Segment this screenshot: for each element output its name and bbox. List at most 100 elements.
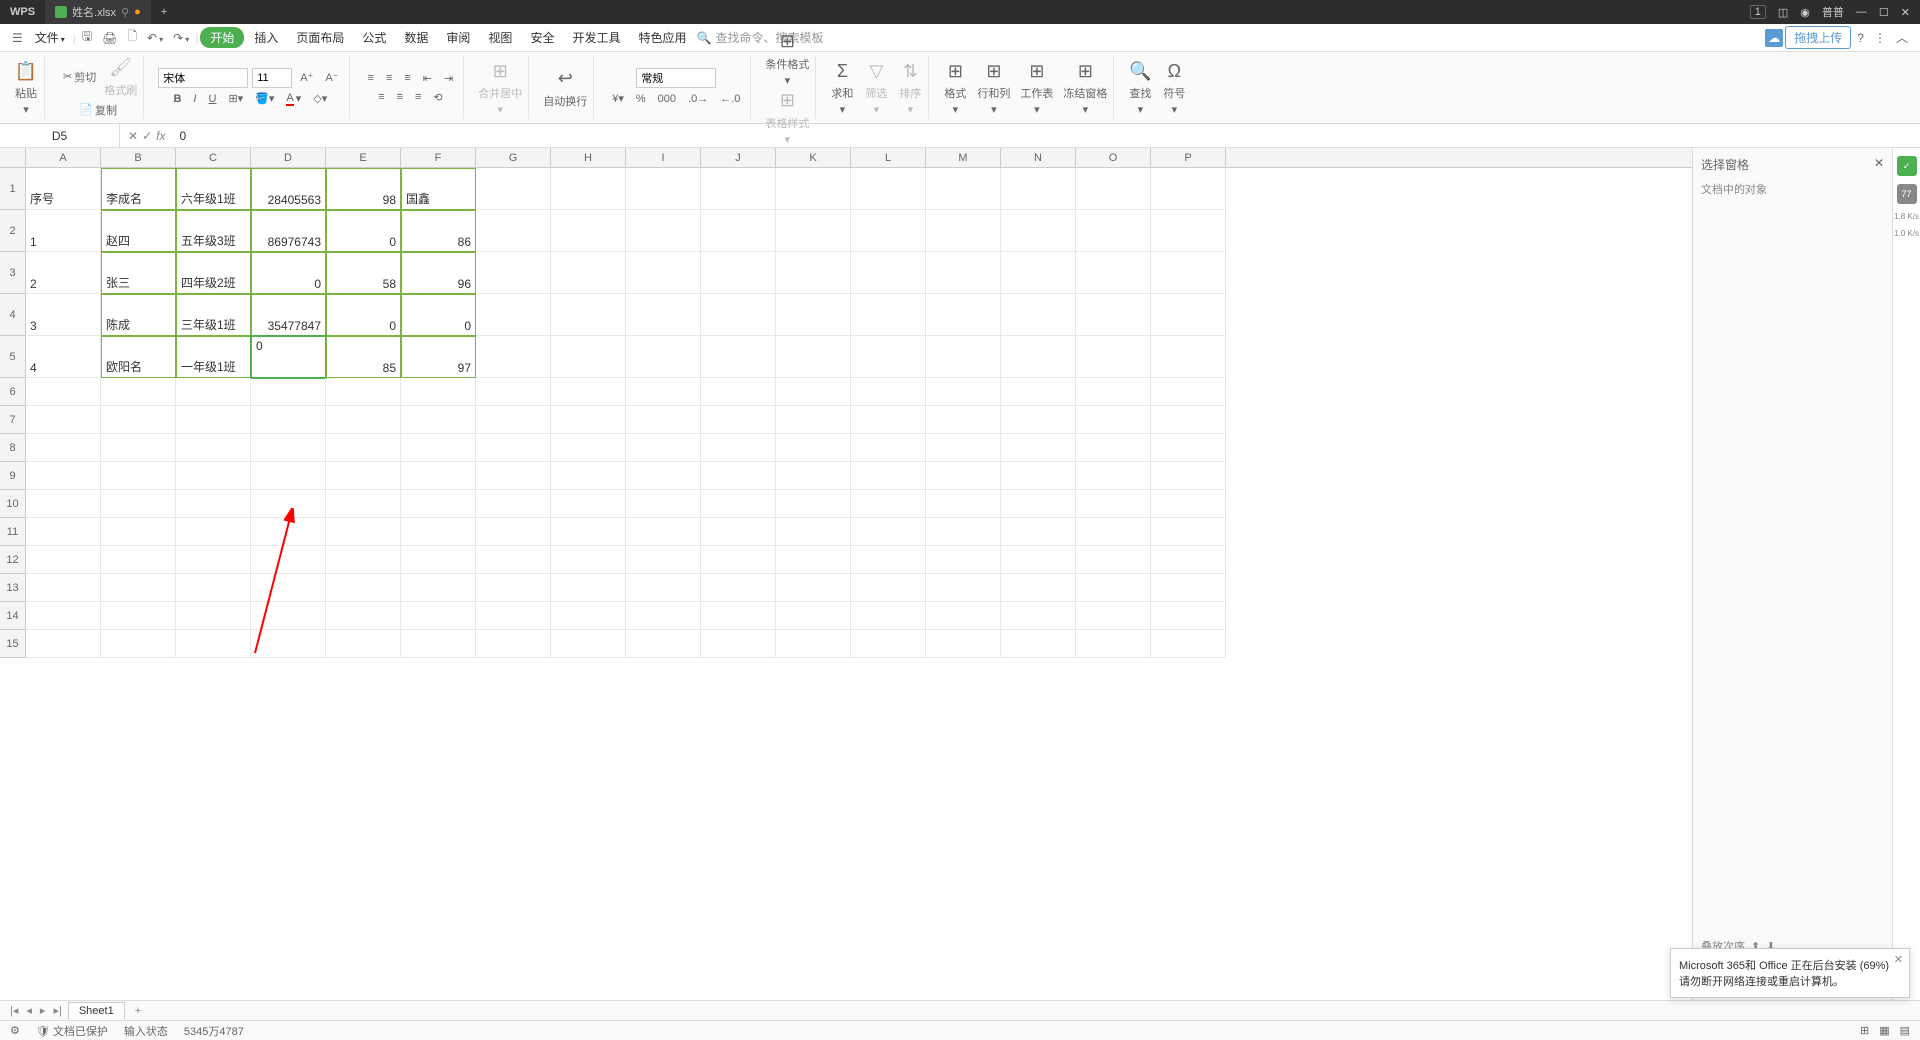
cell[interactable] <box>626 434 701 462</box>
col-header[interactable]: G <box>476 148 551 167</box>
cell[interactable] <box>551 602 626 630</box>
cell[interactable] <box>251 630 326 658</box>
cell[interactable] <box>626 602 701 630</box>
filter-button[interactable]: ▽筛选▾ <box>864 59 888 116</box>
decimal-dec-button[interactable]: ←.0 <box>716 91 744 107</box>
cell[interactable] <box>551 490 626 518</box>
cell[interactable] <box>326 490 401 518</box>
cell[interactable] <box>551 518 626 546</box>
cell[interactable] <box>851 462 926 490</box>
cell[interactable] <box>326 434 401 462</box>
cell[interactable] <box>851 434 926 462</box>
find-button[interactable]: 🔍查找▾ <box>1128 59 1152 116</box>
cell[interactable] <box>1001 602 1076 630</box>
freeze-button[interactable]: ⊞冻结窗格▾ <box>1063 59 1107 116</box>
cell[interactable] <box>1076 630 1151 658</box>
cell[interactable]: 欧阳名 <box>101 336 176 378</box>
cell[interactable] <box>926 490 1001 518</box>
indent-increase-button[interactable]: ⇥ <box>440 70 457 87</box>
cell[interactable]: 96 <box>401 252 476 294</box>
cell[interactable] <box>476 490 551 518</box>
cell[interactable] <box>101 434 176 462</box>
redo-icon[interactable]: ↷▾ <box>169 29 193 47</box>
ribbon-tab-review[interactable]: 审阅 <box>438 26 478 49</box>
cell[interactable] <box>176 630 251 658</box>
cell[interactable] <box>401 574 476 602</box>
cell[interactable] <box>851 406 926 434</box>
cell[interactable] <box>926 546 1001 574</box>
cell[interactable] <box>626 546 701 574</box>
cell[interactable] <box>26 602 101 630</box>
cell[interactable] <box>476 336 551 378</box>
symbol-button[interactable]: Ω符号▾ <box>1162 59 1186 116</box>
cell[interactable] <box>926 462 1001 490</box>
cell[interactable]: 国鑫 <box>401 168 476 210</box>
cell[interactable] <box>851 518 926 546</box>
cell[interactable] <box>1151 378 1226 406</box>
cell[interactable] <box>1151 630 1226 658</box>
cell[interactable]: 陈成 <box>101 294 176 336</box>
align-top-button[interactable]: ≡ <box>364 70 378 86</box>
col-header[interactable]: B <box>101 148 176 167</box>
row-header[interactable]: 7 <box>0 406 26 434</box>
cell[interactable] <box>701 602 776 630</box>
cell[interactable] <box>926 336 1001 378</box>
sheet-nav-first[interactable]: |◂ <box>8 1004 20 1017</box>
cut-button[interactable]: ✂ 剪切 <box>59 67 100 87</box>
ribbon-tab-security[interactable]: 安全 <box>522 26 562 49</box>
name-box[interactable]: D5 <box>0 124 120 147</box>
row-header[interactable]: 12 <box>0 546 26 574</box>
cell[interactable] <box>401 518 476 546</box>
cell[interactable] <box>1076 336 1151 378</box>
cell[interactable] <box>326 518 401 546</box>
number-format-combo[interactable] <box>636 68 716 88</box>
cell[interactable] <box>1001 252 1076 294</box>
cell[interactable] <box>1001 546 1076 574</box>
cell[interactable] <box>926 434 1001 462</box>
highlight-button[interactable]: ◇▾ <box>309 90 331 107</box>
cell[interactable] <box>1151 210 1226 252</box>
cell[interactable] <box>776 294 851 336</box>
cell[interactable] <box>476 602 551 630</box>
fill-color-button[interactable]: 🪣▾ <box>251 90 278 107</box>
ribbon-tab-layout[interactable]: 页面布局 <box>288 26 352 49</box>
col-header[interactable]: E <box>326 148 401 167</box>
cell[interactable] <box>776 210 851 252</box>
cell[interactable] <box>776 434 851 462</box>
cell[interactable] <box>1001 406 1076 434</box>
col-header[interactable]: K <box>776 148 851 167</box>
cell[interactable] <box>851 294 926 336</box>
row-header[interactable]: 5 <box>0 336 26 378</box>
cell[interactable] <box>626 462 701 490</box>
align-right-button[interactable]: ≡ <box>411 89 425 105</box>
row-header[interactable]: 2 <box>0 210 26 252</box>
cell[interactable] <box>776 168 851 210</box>
select-all-corner[interactable] <box>0 148 26 167</box>
cell[interactable] <box>251 574 326 602</box>
cell[interactable] <box>476 406 551 434</box>
undo-icon[interactable]: ↶▾ <box>143 29 167 47</box>
cell[interactable] <box>476 630 551 658</box>
cell[interactable] <box>1076 574 1151 602</box>
cell[interactable]: 四年级2班 <box>176 252 251 294</box>
sheet-nav-next[interactable]: ▸ <box>38 1004 48 1017</box>
cell[interactable] <box>401 434 476 462</box>
panel-close-icon[interactable]: ✕ <box>1874 156 1884 173</box>
cell[interactable] <box>101 462 176 490</box>
indent-decrease-button[interactable]: ⇤ <box>419 70 436 87</box>
cell[interactable]: 3 <box>26 294 101 336</box>
cell[interactable] <box>176 378 251 406</box>
cell[interactable] <box>701 546 776 574</box>
wrap-text-button[interactable]: ↩自动换行 <box>543 67 587 109</box>
cell[interactable] <box>776 252 851 294</box>
cell[interactable]: 0 <box>401 294 476 336</box>
cell[interactable] <box>326 378 401 406</box>
cell[interactable] <box>701 168 776 210</box>
spreadsheet-grid[interactable]: ABCDEFGHIJKLMNOP 1序号李成名六年级1班2840556398国鑫… <box>0 148 1692 1000</box>
maximize-button[interactable]: ☐ <box>1879 6 1889 19</box>
cell[interactable] <box>1076 490 1151 518</box>
cell[interactable] <box>401 546 476 574</box>
cell[interactable] <box>851 210 926 252</box>
col-header[interactable]: C <box>176 148 251 167</box>
cell[interactable] <box>926 378 1001 406</box>
